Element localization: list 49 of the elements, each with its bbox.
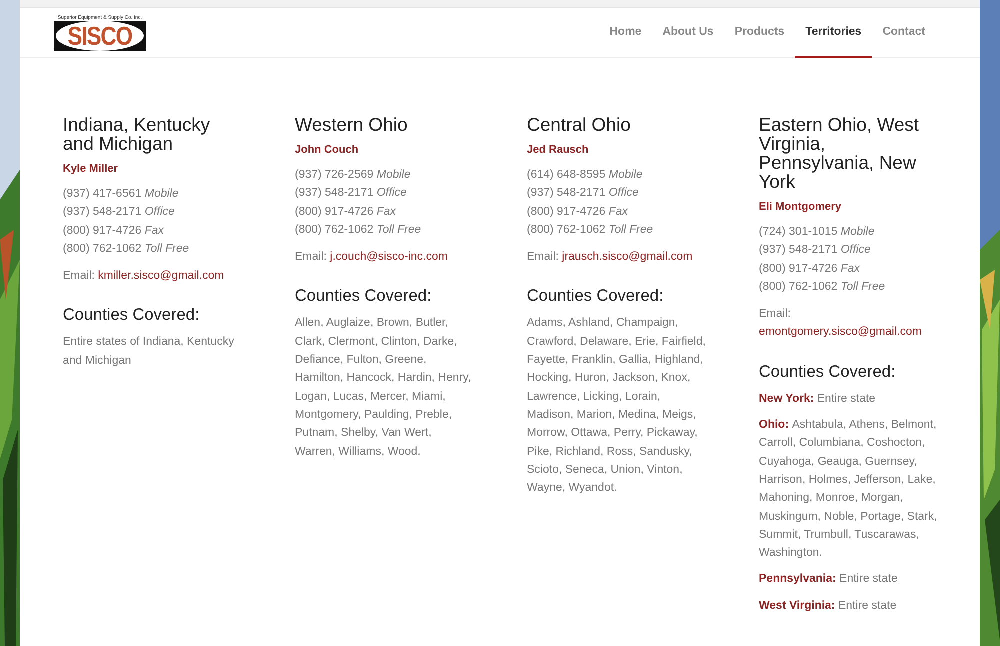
phone-line: (800) 917-4726 Fax (527, 204, 630, 220)
counties-heading: Counties Covered: (295, 287, 433, 306)
region-title: Eastern Ohio, West Virginia, Pennsylvania, New York (759, 115, 920, 191)
phone-line: (800) 762-1062 Toll Free (295, 222, 422, 238)
region-title: Western Ohio (295, 115, 409, 134)
counties-text: Pennsylvania: Entire state (759, 572, 899, 588)
counties-heading: Counties Covered: (527, 287, 665, 306)
nav-link[interactable]: Products (724, 8, 796, 58)
rep-name: John Couch (295, 144, 360, 156)
phone-line: (724) 301-1015 Mobile (759, 225, 876, 240)
phone-line: (800) 917-4726 Fax (63, 224, 166, 239)
phone-line: (937) 726-2569 Mobile (295, 168, 412, 183)
phone-line: (800) 762-1062 Toll Free (527, 222, 654, 238)
phone-line: (800) 917-4726 Fax (759, 262, 862, 277)
counties-text: Adams, Ashland, Champaign, Crawford, Delaware, Erie, Fairfield, Fayette, Franklin, Gallia, Highland, Hocking, Huron, Jackson, Knox, Lawrence, Licking, Lorain, Madison, Marion, Medina, Meigs, Morrow, Ottawa, Perry, Pickaway, Pike, Richland, Ross, Sandusky, Scioto, Seneca, Union, Vinton, Wayne, Wyandot. (527, 316, 707, 496)
email-label: Email: (295, 251, 327, 264)
counties-text: West Virginia: Entire state (759, 598, 898, 614)
email-link[interactable]: kmiller.sisco@gmail.com (98, 270, 224, 282)
email-link[interactable]: emontgomery.sisco@gmail.com (759, 326, 922, 338)
nav-link[interactable]: Territories (795, 8, 872, 58)
phone-line: (937) 548-2171 Office (527, 186, 640, 202)
counties-text: Allen, Auglaize, Brown, Butler, Clark, Clermont, Clinton, Darke, Defiance, Fulton, Greene, Hamilton, Hancock, Hardin, Henry, Logan, Lucas, Mercer, Miami, Montgomery, Paulding, Preble, Putnam, Shelby, Van Wert, Warren, Williams, Wood. (295, 316, 472, 460)
logo[interactable]: SISCO (54, 20, 146, 50)
phone-line: (800) 762-1062 Toll Free (63, 242, 190, 257)
rep-name: Jed Rausch (527, 144, 590, 156)
email-label: Email: (759, 308, 791, 320)
counties-text: Ohio: Ashtabula, Athens, Belmont, Carroll, Columbiana, Coshocton, Cuyahoga, Geauga, Guernsey, Harrison, Holmes, Jefferson, Lake, Mahoning, Monroe, Morgan, Muskingum, Noble, Portage, Stark, Summit, Trumbull, Tuscarawas, Washington. (759, 418, 938, 562)
rep-name: Kyle Miller (63, 163, 120, 175)
phone-line: (800) 762-1062 Toll Free (759, 280, 886, 295)
phone-line: (937) 548-2171 Office (295, 186, 408, 202)
region-title: Central Ohio (527, 115, 632, 134)
rep-name: Eli Montgomery (759, 201, 843, 213)
nav-link[interactable]: About Us (652, 8, 724, 58)
email-link[interactable]: jrausch.sisco@gmail.com (562, 251, 693, 264)
counties-heading: Counties Covered: (759, 362, 897, 382)
email-label: Email: (63, 270, 95, 282)
counties-text: Entire states of Indiana, Kentucky and Michigan (63, 335, 236, 369)
phone-line: (937) 548-2171 Office (63, 205, 176, 220)
phone-line: (937) 548-2171 Office (759, 243, 872, 258)
phone-line: (614) 648-8595 Mobile (527, 168, 644, 183)
nav-link[interactable]: Contact (872, 8, 936, 58)
nav-link[interactable]: Home (599, 8, 652, 58)
phone-line: (800) 917-4726 Fax (295, 204, 398, 220)
region-title: Indiana, Kentucky and Michigan (63, 115, 212, 153)
email-label: Email: (527, 251, 559, 264)
counties-text: New York: Entire state (759, 392, 877, 407)
email-link[interactable]: j.couch@sisco-inc.com (330, 251, 448, 264)
counties-heading: Counties Covered: (63, 306, 201, 326)
phone-line: (937) 417-6561 Mobile (63, 187, 180, 202)
